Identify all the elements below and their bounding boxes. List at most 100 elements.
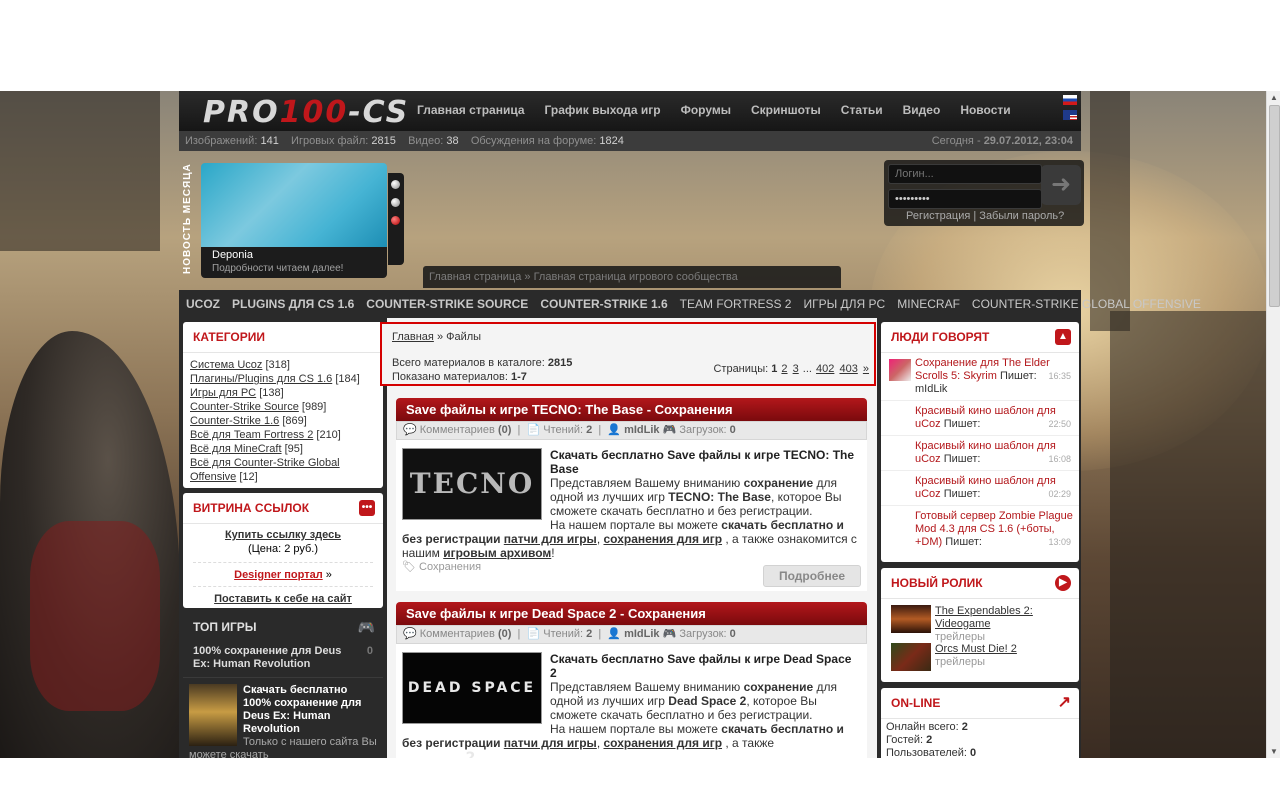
file-entry: Save файлы к игре Dead Space 2 - Сохране…	[396, 602, 867, 758]
catbar-csgo[interactable]: COUNTER-STRIKE GLOBAL OFFENSIVE	[972, 297, 1201, 311]
saves-link[interactable]: сохранения для игр	[603, 532, 722, 546]
comment-icon: 💬	[403, 628, 417, 640]
user-card-icon: ▲	[1055, 329, 1071, 345]
catbar-ucoz[interactable]: UCOZ	[186, 297, 220, 311]
login-button[interactable]: ➜	[1041, 165, 1081, 205]
news-month-image[interactable]	[201, 163, 387, 247]
breadcrumb-home[interactable]: Главная страница	[429, 271, 521, 283]
buy-link-link[interactable]: Купить ссылку здесь	[225, 529, 341, 541]
tag-icon: 🏷	[402, 561, 416, 573]
comment-item[interactable]: Красивый кино шаблон для uCoz Пишет: 22:5…	[881, 401, 1079, 436]
video-thumbnail[interactable]	[891, 643, 931, 671]
catbar-plugins[interactable]: PLUGINS ДЛЯ CS 1.6	[232, 297, 354, 311]
category-link[interactable]: Offensive	[190, 471, 236, 483]
catbar-minecraft[interactable]: MINECRAF	[897, 297, 960, 311]
slide-dot-2[interactable]	[391, 198, 400, 207]
entry-meta: 💬 Комментариев (0) | 📄 Чтений: 2 | 👤 mId…	[396, 625, 867, 644]
play-icon: ▶	[1055, 575, 1071, 591]
english-flag-icon[interactable]	[1063, 110, 1077, 120]
comment-item[interactable]: Красивый кино шаблон для uCoz Пишет: 02:2…	[881, 471, 1079, 506]
category-link[interactable]: Игры для PC	[190, 387, 256, 399]
nav-screenshots[interactable]: Скриншоты	[751, 103, 821, 117]
place-banner-link[interactable]: Поставить к себе на сайт	[214, 593, 352, 605]
page-link[interactable]: 3	[793, 363, 799, 375]
news-month-caption[interactable]: Deponia Подробности читаем далее!	[201, 247, 387, 278]
comment-item[interactable]: Сохранение для The Elder Scrolls 5: Skyr…	[881, 353, 1079, 401]
site-logo[interactable]: PRO100-CS	[203, 95, 409, 130]
comment-item[interactable]: Готовый сервер Zombie Plague Mod 4.3 для…	[881, 506, 1079, 553]
video-item[interactable]: The Expendables 2: Videogame трейлеры	[881, 599, 1079, 643]
patches-link[interactable]: патчи для игры	[504, 532, 597, 546]
file-entry: Save файлы к игре TECNO: The Base - Сохр…	[396, 398, 867, 591]
nav-articles[interactable]: Статьи	[841, 103, 883, 117]
page-link[interactable]: 402	[816, 363, 834, 375]
category-link[interactable]: Плагины/Plugins для CS 1.6	[190, 373, 332, 385]
crumb-home-link[interactable]: Главная	[392, 331, 434, 343]
category-link[interactable]: Counter-Strike Source	[190, 401, 299, 413]
comment-item[interactable]: Красивый кино шаблон для uCoz Пишет: 16:0…	[881, 436, 1079, 471]
pagination: Страницы: 1 2 3 ... 402 403 »	[713, 363, 869, 375]
nav-forums[interactable]: Форумы	[681, 103, 731, 117]
register-link[interactable]: Регистрация	[906, 210, 970, 222]
news-month-title[interactable]: Deponia	[212, 249, 253, 261]
page-link[interactable]: 403	[839, 363, 857, 375]
slide-dot-3[interactable]	[391, 216, 400, 225]
video-link[interactable]: The Expendables 2: Videogame	[935, 605, 1033, 630]
author-link[interactable]: mIdLik	[624, 424, 659, 436]
catbar-css[interactable]: COUNTER-STRIKE SOURCE	[366, 297, 528, 311]
category-link[interactable]: Всё для Counter-Strike Global	[190, 457, 340, 469]
password-input[interactable]	[888, 189, 1042, 209]
slider-dots	[388, 173, 404, 265]
patches-link[interactable]: патчи для игры	[504, 736, 597, 750]
scroll-thumb[interactable]	[1269, 105, 1280, 307]
comment-link[interactable]: Красивый кино шаблон для uCoz	[915, 440, 1056, 465]
category-bar: UCOZ PLUGINS ДЛЯ CS 1.6 COUNTER-STRIKE S…	[179, 290, 1201, 318]
entry-title[interactable]: Save файлы к игре TECNO: The Base - Сохр…	[396, 398, 867, 421]
entry-tag[interactable]: Сохранения	[419, 561, 481, 573]
category-link[interactable]: Всё для MineCraft	[190, 443, 282, 455]
nav-release-schedule[interactable]: График выхода игр	[545, 103, 661, 117]
comment-link[interactable]: Красивый кино шаблон для uCoz	[915, 405, 1056, 430]
document-icon: 📄	[526, 628, 541, 640]
gamepad-icon: 🎮	[662, 424, 677, 436]
saves-link[interactable]: сохранения для игр	[603, 736, 722, 750]
catbar-tf2[interactable]: TEAM FORTRESS 2	[680, 297, 792, 311]
nav-news[interactable]: Новости	[960, 103, 1010, 117]
nav-video[interactable]: Видео	[903, 103, 941, 117]
author-link[interactable]: mIdLik	[624, 628, 659, 640]
entry-thumbnail[interactable]: DEAD SPACE 2	[402, 652, 542, 758]
people-say-title: ЛЮДИ ГОВОРЯТ ▲	[881, 322, 1079, 353]
page-next-link[interactable]: »	[863, 363, 869, 375]
top-game-item[interactable]: 100% сохранение для Deus Ex: Human Revol…	[183, 642, 383, 677]
video-item[interactable]: Orcs Must Die! 2 трейлеры	[881, 641, 1079, 679]
category-link[interactable]: Всё для Team Fortress 2	[190, 429, 313, 441]
more-button[interactable]: Подробнее	[763, 565, 861, 587]
catbar-pc-games[interactable]: ИГРЫ ДЛЯ PC	[803, 297, 885, 311]
nav-home[interactable]: Главная страница	[417, 103, 525, 117]
catbar-cs16[interactable]: COUNTER-STRIKE 1.6	[540, 297, 667, 311]
forgot-password-link[interactable]: Забыли пароль?	[979, 210, 1064, 222]
category-link[interactable]: Система Ucoz	[190, 359, 262, 371]
video-link[interactable]: Orcs Must Die! 2	[935, 643, 1017, 655]
entry-thumbnail[interactable]: TECNO	[402, 448, 542, 520]
designer-portal-link[interactable]: Designer портал	[234, 569, 323, 581]
scroll-down-icon[interactable]: ▼	[1267, 745, 1280, 758]
slide-dot-1[interactable]	[391, 180, 400, 189]
deus-ex-thumbnail[interactable]	[189, 684, 237, 746]
archive-link[interactable]: игровым архивом	[443, 546, 551, 560]
scroll-up-icon[interactable]: ▲	[1267, 91, 1280, 104]
gamepad-icon: 🎮	[357, 619, 375, 635]
video-thumbnail[interactable]	[891, 605, 931, 633]
page-scrollbar[interactable]: ▲ ▼	[1266, 91, 1280, 758]
page-link[interactable]: 2	[781, 363, 787, 375]
comment-link[interactable]: Красивый кино шаблон для uCoz	[915, 475, 1056, 500]
top-breadcrumb: Главная страница » Главная страница игро…	[423, 266, 841, 288]
entry-meta: 💬 Комментариев (0) | 📄 Чтений: 2 | 👤 mId…	[396, 421, 867, 440]
login-input[interactable]	[888, 164, 1042, 184]
categories-title: КАТЕГОРИИ	[183, 322, 383, 353]
russian-flag-icon[interactable]	[1063, 95, 1077, 105]
entry-title[interactable]: Save файлы к игре Dead Space 2 - Сохране…	[396, 602, 867, 625]
category-link[interactable]: Counter-Strike 1.6	[190, 415, 279, 427]
top-game-featured[interactable]: Скачать бесплатно 100% сохранение для De…	[183, 677, 383, 758]
top-games-title: ТОП ИГРЫ 🎮	[183, 612, 383, 642]
